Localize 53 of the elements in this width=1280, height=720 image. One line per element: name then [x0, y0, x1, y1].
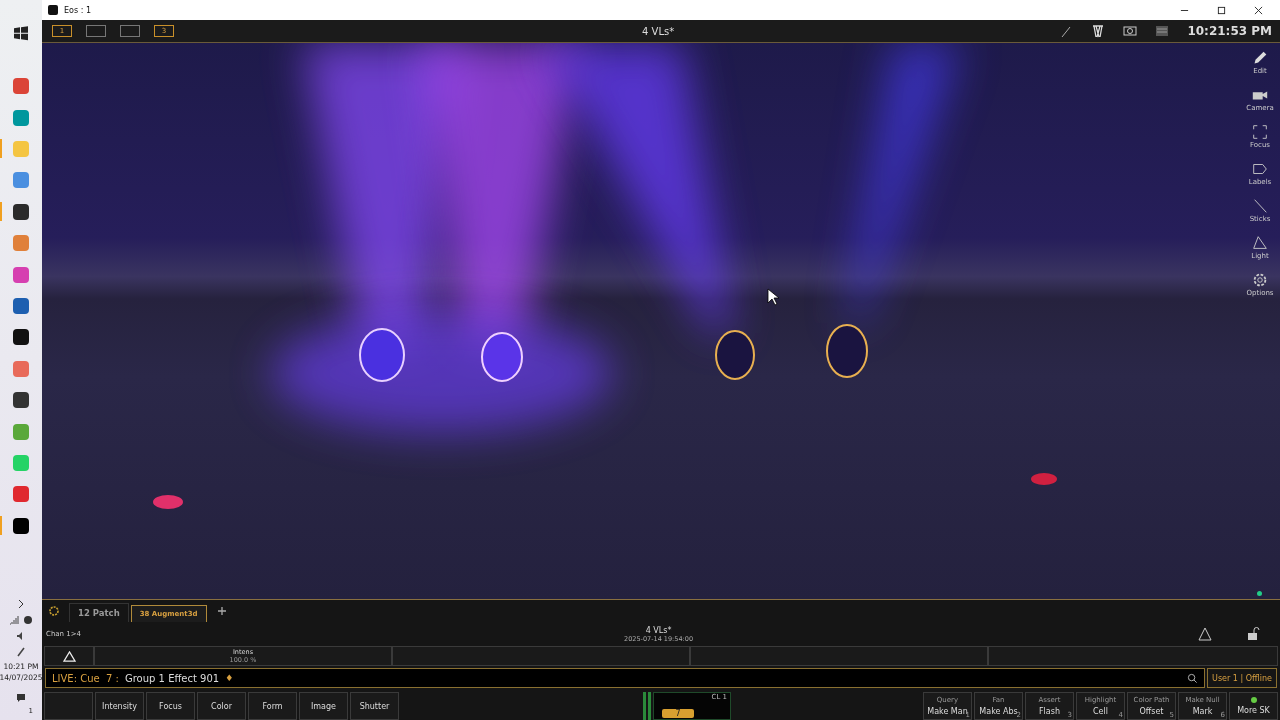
workspace-button[interactable]	[120, 25, 140, 37]
fader-level-icon	[643, 692, 651, 720]
moving-head-fixture[interactable]	[826, 324, 868, 378]
live-cue-label: LIVE: Cue 7 :	[52, 672, 119, 684]
unlocked-padlock-icon[interactable]	[1246, 627, 1260, 641]
category-button[interactable]: Focus	[146, 692, 195, 720]
gear-icon[interactable]	[1251, 271, 1269, 289]
more-softkeys-button[interactable]: More SK	[1229, 692, 1278, 720]
diamond-mark: ♦	[225, 673, 234, 683]
clock: 10:21:53 PM	[1187, 24, 1272, 38]
tab[interactable]: 12 Patch	[69, 603, 129, 622]
parameter-cell[interactable]	[988, 646, 1278, 666]
close-icon[interactable]	[1254, 5, 1263, 15]
triangle-button[interactable]	[44, 646, 94, 666]
status-dot	[1257, 591, 1262, 596]
camera-icon[interactable]	[1123, 24, 1138, 38]
light-spot	[153, 495, 183, 509]
window-title: Eos : 1	[64, 5, 91, 15]
triangle-icon	[62, 650, 76, 662]
cue-number: 7	[662, 709, 694, 718]
maximize-icon[interactable]	[1217, 5, 1226, 15]
focus-frame-icon[interactable]	[1251, 123, 1269, 141]
light-spot	[1031, 473, 1057, 485]
moving-head-fixture[interactable]	[359, 328, 405, 382]
app-logo-icon	[48, 5, 58, 15]
chevron-icon[interactable]	[16, 599, 26, 609]
moving-head-fixture[interactable]	[481, 332, 523, 382]
category-button[interactable]: Intensity	[95, 692, 144, 720]
workspace-button[interactable]	[86, 25, 106, 37]
parameter-cell[interactable]	[690, 646, 988, 666]
category-button[interactable]: Shutter	[350, 692, 399, 720]
add-tab-icon[interactable]	[216, 606, 227, 616]
user-status[interactable]: User 1 | Offline	[1207, 668, 1277, 688]
cone-icon[interactable]	[1251, 234, 1269, 252]
category-button[interactable]: Form	[248, 692, 297, 720]
category-button[interactable]: Image	[299, 692, 348, 720]
settings-icon[interactable]	[48, 605, 60, 617]
moving-head-fixture[interactable]	[715, 330, 755, 380]
category-button[interactable]: Color	[197, 692, 246, 720]
notification-icon[interactable]	[16, 693, 26, 703]
app-icon[interactable]	[13, 517, 29, 534]
mouse-cursor-icon	[767, 288, 780, 306]
command-text: Group 1 Effect 901	[124, 672, 220, 684]
keyboard-icon[interactable]	[1155, 24, 1170, 38]
triangle-icon[interactable]	[1198, 627, 1212, 641]
app-icon[interactable]	[13, 392, 29, 409]
stick-icon[interactable]	[1251, 197, 1269, 215]
show-name: 4 VLs*	[645, 625, 672, 635]
search-icon[interactable]	[1187, 672, 1199, 684]
parameter-cell[interactable]	[392, 646, 690, 666]
show-title: 4 VLs*	[642, 25, 675, 37]
app-icon[interactable]	[13, 329, 29, 346]
app-icon[interactable]	[13, 203, 29, 220]
